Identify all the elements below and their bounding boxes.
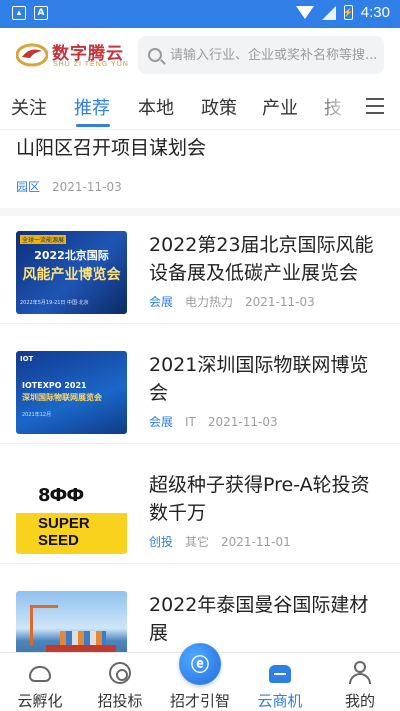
clock: 4:30 [360, 4, 390, 21]
logo-subtext: SHU ZI TENG YUN [53, 61, 129, 68]
nav-label: 招才引智 [169, 692, 230, 710]
menu-icon[interactable] [366, 98, 384, 114]
user-icon-body [349, 673, 371, 684]
thumb-line: 风能产业博览会 [22, 267, 121, 283]
tab-follow[interactable]: 关注 [11, 94, 47, 120]
nav-label: 我的 [344, 692, 375, 710]
nav-bidding[interactable]: 招投标 [80, 653, 160, 711]
item-date: 2021-11-03 [52, 180, 122, 194]
super-seed-logo-icon: 8ФФ [38, 485, 84, 506]
item-thumbnail: 8ФФ SUPER SEED [16, 471, 127, 554]
item-category: 会展 [149, 295, 174, 309]
ship-cargo [60, 631, 106, 645]
item-thumbnail: IOT IOTEXPO 2021 深圳国际物联网展览会 2021年12月 [16, 351, 127, 434]
item-thumbnail: 全球一流能源展 2022北京国际 风能产业博览会 2022年5月19-21日 中… [16, 231, 127, 314]
item-category: 园区 [16, 180, 41, 194]
nav-label: 招投标 [97, 692, 143, 710]
a-icon: A [34, 6, 48, 20]
list-item[interactable]: 2022年泰国曼谷国际建材展 [0, 577, 400, 652]
nav-profile[interactable]: 我的 [320, 653, 400, 711]
signal-icon [321, 5, 336, 20]
crane-shape [30, 605, 58, 608]
item-meta: 创投 其它 2021-11-01 [149, 533, 291, 550]
bottom-navigation: 云孵化 招投标 ⓔ 招才引智 云商机 我的 [0, 643, 400, 711]
item-date: 2021-11-01 [221, 535, 291, 549]
tab-recommend[interactable]: 推荐 [74, 94, 110, 120]
category-tabs: 关注 推荐 本地 政策 产业 技 [0, 82, 400, 130]
cloud-icon [29, 666, 51, 682]
user-icon [354, 661, 366, 673]
thumb-line: 2021年12月 [22, 412, 52, 418]
target-icon [109, 662, 131, 684]
tab-fade [312, 82, 352, 128]
tab-policy[interactable]: 政策 [201, 94, 237, 120]
item-meta: 园区 2021-11-03 [16, 178, 122, 195]
list-item[interactable]: 全球一流能源展 2022北京国际 风能产业博览会 2022年5月19-21日 中… [0, 217, 400, 324]
item-title: 2022第23届北京国际风能设备展及低碳产业展览会 [149, 234, 374, 284]
logo-mark-icon [16, 43, 48, 67]
nav-label: 云商机 [257, 692, 303, 710]
tab-local[interactable]: 本地 [138, 94, 174, 120]
item-thumbnail [16, 591, 127, 652]
ship-hull [46, 645, 116, 652]
thumb-word: SUPER [38, 515, 90, 532]
thumb-tag: 全球一流能源展 [20, 235, 67, 244]
app-logo[interactable]: 数字腾云 SHU ZI TENG YUN [16, 38, 128, 72]
crane-shape [30, 605, 33, 645]
list-item[interactable]: 8ФФ SUPER SEED 超级种子获得Pre-A轮投资数千万 创投 其它 202… [0, 457, 400, 564]
news-feed: 山阳区召开项目谋划会 园区 2021-11-03 全球一流能源展 2022北京国际… [0, 131, 400, 652]
status-bar: ▴ A ⚡ 4:30 [0, 0, 400, 28]
thumb-line: IOTEXPO 2021 [22, 381, 87, 390]
app-header: 数字腾云 SHU ZI TENG YUN [0, 28, 400, 82]
center-logo-icon: ⓔ [179, 643, 221, 685]
active-tab-indicator [76, 124, 110, 127]
item-subcategory: 其它 [185, 535, 210, 549]
gallery-icon: ▴ [12, 6, 26, 20]
item-title: 山阳区召开项目谋划会 [16, 137, 207, 159]
tab-industry[interactable]: 产业 [262, 94, 298, 120]
search-icon [148, 48, 162, 62]
list-item[interactable]: IOT IOTEXPO 2021 深圳国际物联网展览会 2021年12月 202… [0, 337, 400, 444]
item-category: 创投 [149, 535, 174, 549]
nav-label: 云孵化 [17, 692, 63, 710]
item-date: 2021-11-03 [245, 295, 315, 309]
search-input[interactable] [170, 47, 384, 63]
thumb-line: 2022北京国际 [34, 249, 109, 262]
thumb-tag: IOT [20, 355, 34, 363]
item-title: 超级种子获得Pre-A轮投资数千万 [149, 474, 370, 524]
nav-incubation[interactable]: 云孵化 [0, 653, 80, 711]
thumb-line: 深圳国际物联网展览会 [22, 393, 102, 402]
shop-icon [269, 665, 291, 683]
battery-icon: ⚡ [343, 5, 353, 20]
thumb-word: SEED [38, 532, 79, 549]
list-item[interactable]: 山阳区召开项目谋划会 园区 2021-11-03 [0, 131, 400, 216]
item-title: 2021深圳国际物联网博览会 [149, 354, 369, 404]
item-subcategory: IT [185, 415, 196, 429]
search-bar[interactable] [138, 36, 384, 74]
nav-talent[interactable]: ⓔ 招才引智 [160, 643, 240, 711]
item-meta: 会展 电力热力 2021-11-03 [149, 293, 315, 310]
item-category: 会展 [149, 415, 174, 429]
nav-business[interactable]: 云商机 [240, 653, 320, 711]
item-subcategory: 电力热力 [185, 295, 234, 309]
item-date: 2021-11-03 [207, 415, 278, 429]
app-screen: ▴ A ⚡ 4:30 数字腾云 SHU ZI TENG YUN 关注 推荐 本地 [0, 0, 400, 711]
wifi-icon [295, 6, 314, 19]
item-title: 2022年泰国曼谷国际建材展 [149, 594, 369, 644]
thumb-line: 2022年5月19-21日 中国·北京 [20, 300, 89, 306]
item-meta: 会展 IT 2021-11-03 [149, 413, 278, 430]
